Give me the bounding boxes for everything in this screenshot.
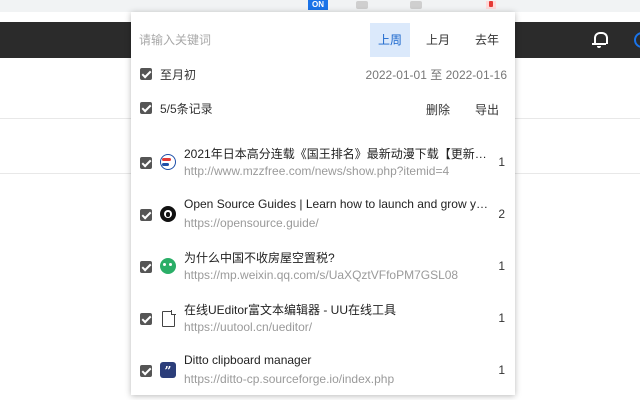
wechat-icon bbox=[160, 258, 176, 274]
item-title[interactable]: 2021年日本高分连载《国王排名》最新动漫下载【更新至13集】 bbox=[184, 145, 489, 162]
document-icon bbox=[162, 310, 176, 327]
item-count: 1 bbox=[498, 155, 505, 169]
item-checkbox[interactable] bbox=[140, 209, 152, 221]
tab-last-week[interactable]: 上周 bbox=[370, 23, 410, 57]
extension-on-badge[interactable]: ON bbox=[308, 0, 328, 10]
list-item[interactable]: 2021年日本高分连载《国王排名》最新动漫下载【更新至13集】 http://w… bbox=[131, 137, 515, 189]
item-title[interactable]: Open Source Guides | Learn how to launch… bbox=[184, 197, 489, 211]
item-checkbox[interactable] bbox=[140, 261, 152, 273]
item-count: 1 bbox=[498, 259, 505, 273]
github-icon bbox=[160, 206, 176, 222]
range-start: 2022-01-01 bbox=[365, 68, 427, 82]
range-label: 至月初 bbox=[160, 68, 197, 82]
search-row: 上周 上月 去年 bbox=[131, 22, 515, 58]
item-url[interactable]: https://mp.weixin.qq.com/s/UaXQztVFfoPM7… bbox=[184, 268, 489, 282]
select-all-checkbox[interactable] bbox=[140, 102, 152, 114]
item-count: 1 bbox=[498, 363, 505, 377]
range-checkbox[interactable] bbox=[140, 68, 152, 80]
range-separator: 至 bbox=[430, 68, 443, 82]
item-url[interactable]: https://ditto-cp.sourceforge.io/index.ph… bbox=[184, 372, 489, 386]
item-checkbox[interactable] bbox=[140, 313, 152, 325]
item-count: 1 bbox=[498, 311, 505, 325]
list-item[interactable]: Open Source Guides | Learn how to launch… bbox=[131, 189, 515, 241]
tab-last-month[interactable]: 上月 bbox=[418, 23, 458, 57]
extension-icon[interactable] bbox=[356, 1, 368, 9]
record-count: 5/5条记录 bbox=[160, 102, 213, 116]
date-range: 2022-01-01 至 2022-01-16 bbox=[366, 66, 507, 83]
item-count: 2 bbox=[498, 207, 505, 221]
item-title[interactable]: Ditto clipboard manager bbox=[184, 353, 489, 367]
list-item[interactable]: 为什么中国不收房屋空置税? https://mp.weixin.qq.com/s… bbox=[131, 241, 515, 293]
extension-icon[interactable] bbox=[410, 1, 422, 9]
item-checkbox[interactable] bbox=[140, 365, 152, 377]
item-url[interactable]: https://uutool.cn/ueditor/ bbox=[184, 320, 489, 334]
extension-red-icon[interactable] bbox=[486, 1, 496, 9]
range-end: 2022-01-16 bbox=[445, 68, 507, 82]
item-url[interactable]: https://opensource.guide/ bbox=[184, 216, 489, 230]
item-title[interactable]: 在线UEditor富文本编辑器 - UU在线工具 bbox=[184, 301, 489, 318]
delete-button[interactable]: 删除 bbox=[426, 101, 450, 118]
list-item[interactable]: ” Ditto clipboard manager https://ditto-… bbox=[131, 345, 515, 397]
item-url[interactable]: http://www.mzzfree.com/news/show.php?ite… bbox=[184, 164, 489, 178]
search-input[interactable] bbox=[139, 28, 359, 52]
tab-last-year[interactable]: 去年 bbox=[466, 23, 508, 57]
browser-toolbar: ON bbox=[0, 0, 640, 12]
ditto-icon: ” bbox=[160, 362, 176, 378]
history-popup: 上周 上月 去年 至月初 2022-01-01 至 2022-01-16 5/5… bbox=[131, 12, 515, 395]
mzzfree-favicon-icon bbox=[160, 154, 176, 170]
item-checkbox[interactable] bbox=[140, 157, 152, 169]
list-item[interactable]: 在线UEditor富文本编辑器 - UU在线工具 https://uutool.… bbox=[131, 293, 515, 345]
export-button[interactable]: 导出 bbox=[475, 101, 499, 118]
item-title[interactable]: 为什么中国不收房屋空置税? bbox=[184, 249, 489, 266]
